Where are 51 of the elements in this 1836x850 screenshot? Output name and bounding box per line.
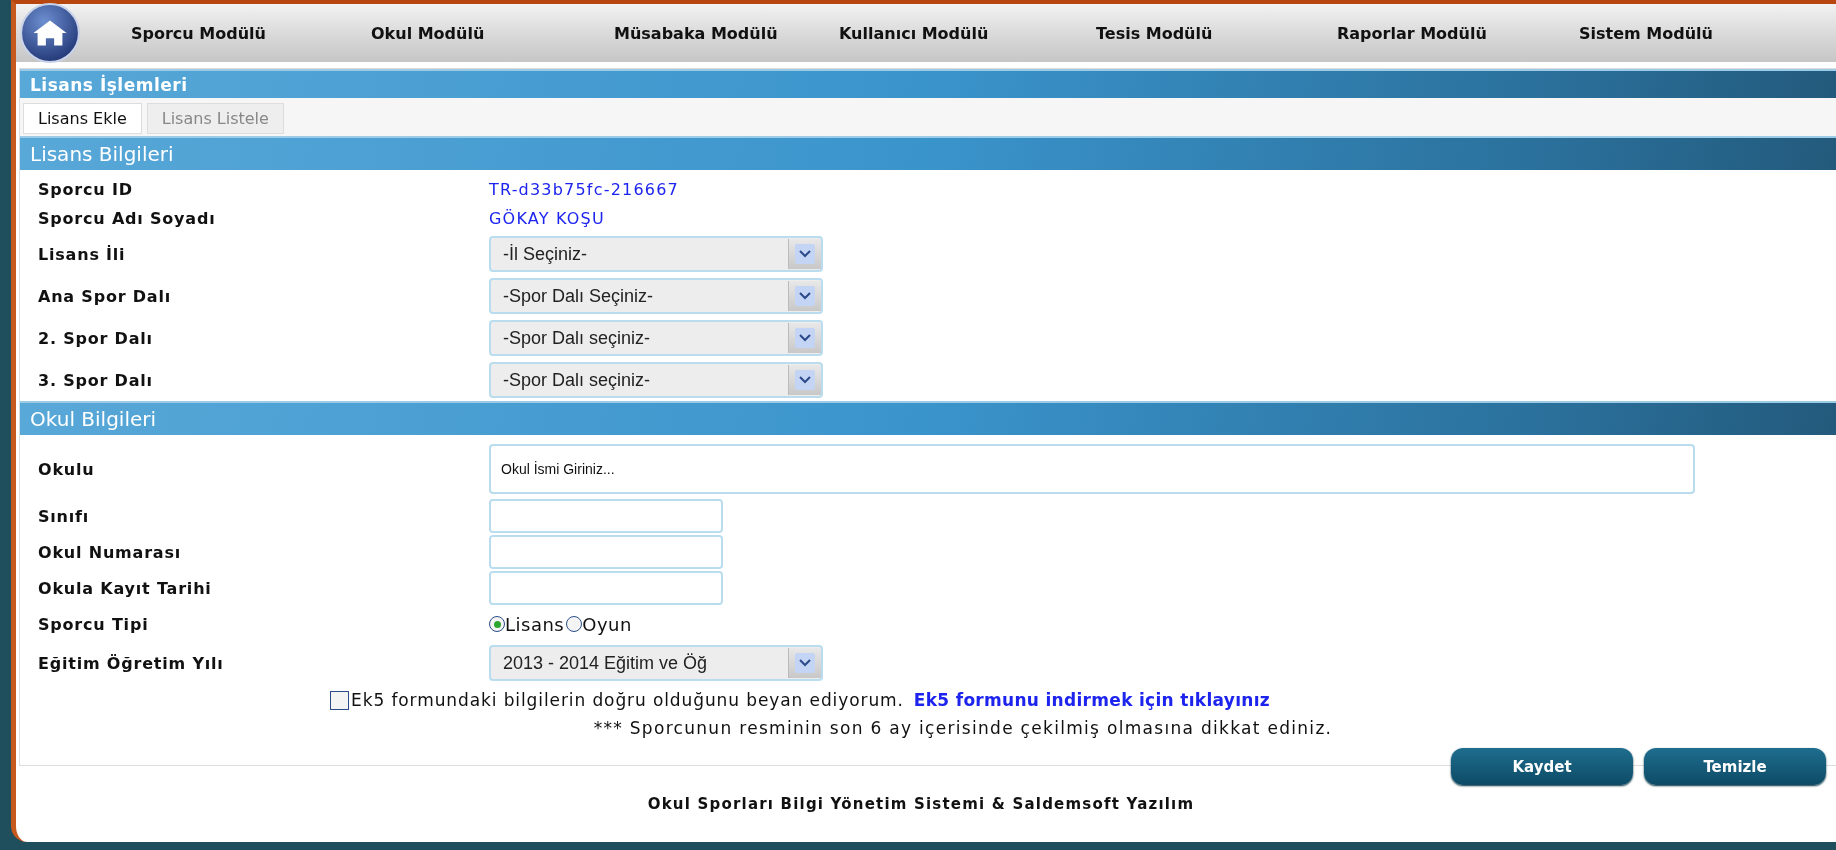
field-label: Okulu [38,459,96,479]
page-title: Lisans İşlemleri [29,74,188,95]
nav-menu-item[interactable]: Okul Modülü [371,23,485,43]
dropdown[interactable]: 2013 - 2014 Eğitim ve Öğ [489,645,823,681]
input-field[interactable] [489,499,723,533]
nav-menu-item[interactable]: Kullanıcı Modülü [839,23,989,43]
nav-menu-item[interactable]: Raporlar Modülü [1337,23,1487,43]
field-label: Sporcu ID [38,180,134,199]
form-button[interactable]: Temizle [1644,748,1826,785]
dropdown[interactable]: -Spor Dalı Seçiniz- [489,278,823,314]
input-field[interactable]: Okul İsmi Giriniz... [489,444,1695,494]
field-label: Sınıfı [38,506,91,526]
section-title: Okul Bilgileri [29,407,157,431]
notice-text: *** Sporcunun resminin son 6 ay içerisinde çekilmiş olmasına dikkat ediniz. [592,718,1334,738]
input-field[interactable] [489,535,723,569]
radio-label[interactable]: Oyun [582,613,632,635]
footer-text: Okul Sporları Bilgi Yönetim Sistemi & Saldemsoft Yazılım [647,795,1195,813]
field-label: Okula Kayıt Tarihi [38,578,213,598]
nav-menu-item[interactable]: Müsabaka Modülü [614,23,778,43]
tab[interactable]: Lisans Ekle [23,103,142,134]
dropdown[interactable]: -Spor Dalı seçiniz- [489,320,823,356]
field-value: TR-d33b75fc-216667 [489,180,679,199]
download-link[interactable]: Ek5 formunu indirmek için tıklayınız [913,690,1270,710]
nav-menu-item[interactable]: Sporcu Modülü [131,23,266,43]
chevron-down-icon[interactable] [788,323,821,353]
field-label: Lisans İli [38,244,127,264]
input-field[interactable] [489,571,723,605]
field-label: Ana Spor Dalı [38,286,173,306]
field-value: GÖKAY KOŞU [489,209,605,228]
nav-menu-item[interactable]: Tesis Modülü [1096,23,1213,43]
dropdown[interactable]: -Spor Dalı seçiniz- [489,362,823,398]
declaration-text: Ek5 formundaki bilgilerin doğru olduğunu beyan ediyorum. [351,690,904,710]
field-label: Eğitim Öğretim Yılı [38,653,225,673]
field-label: Sporcu Tipi [38,614,150,634]
section-title: Lisans Bilgileri [29,142,174,166]
radio-button[interactable] [489,616,505,632]
form-button[interactable]: Kaydet [1451,748,1633,785]
checkbox[interactable] [330,690,349,710]
field-label: Sporcu Adı Soyadı [38,209,217,228]
chevron-down-icon[interactable] [788,365,821,395]
field-label: 2. Spor Dalı [38,328,154,348]
field-label: Okul Numarası [38,542,183,562]
home-icon[interactable] [19,2,81,64]
nav-menu-item[interactable]: Sistem Modülü [1579,23,1713,43]
dropdown[interactable]: -İl Seçiniz- [489,236,823,272]
radio-label[interactable]: Lisans [505,613,565,635]
chevron-down-icon[interactable] [788,239,821,269]
field-label: 3. Spor Dalı [38,370,154,390]
radio-button[interactable] [566,616,583,632]
chevron-down-icon[interactable] [788,648,821,678]
chevron-down-icon[interactable] [788,281,821,311]
